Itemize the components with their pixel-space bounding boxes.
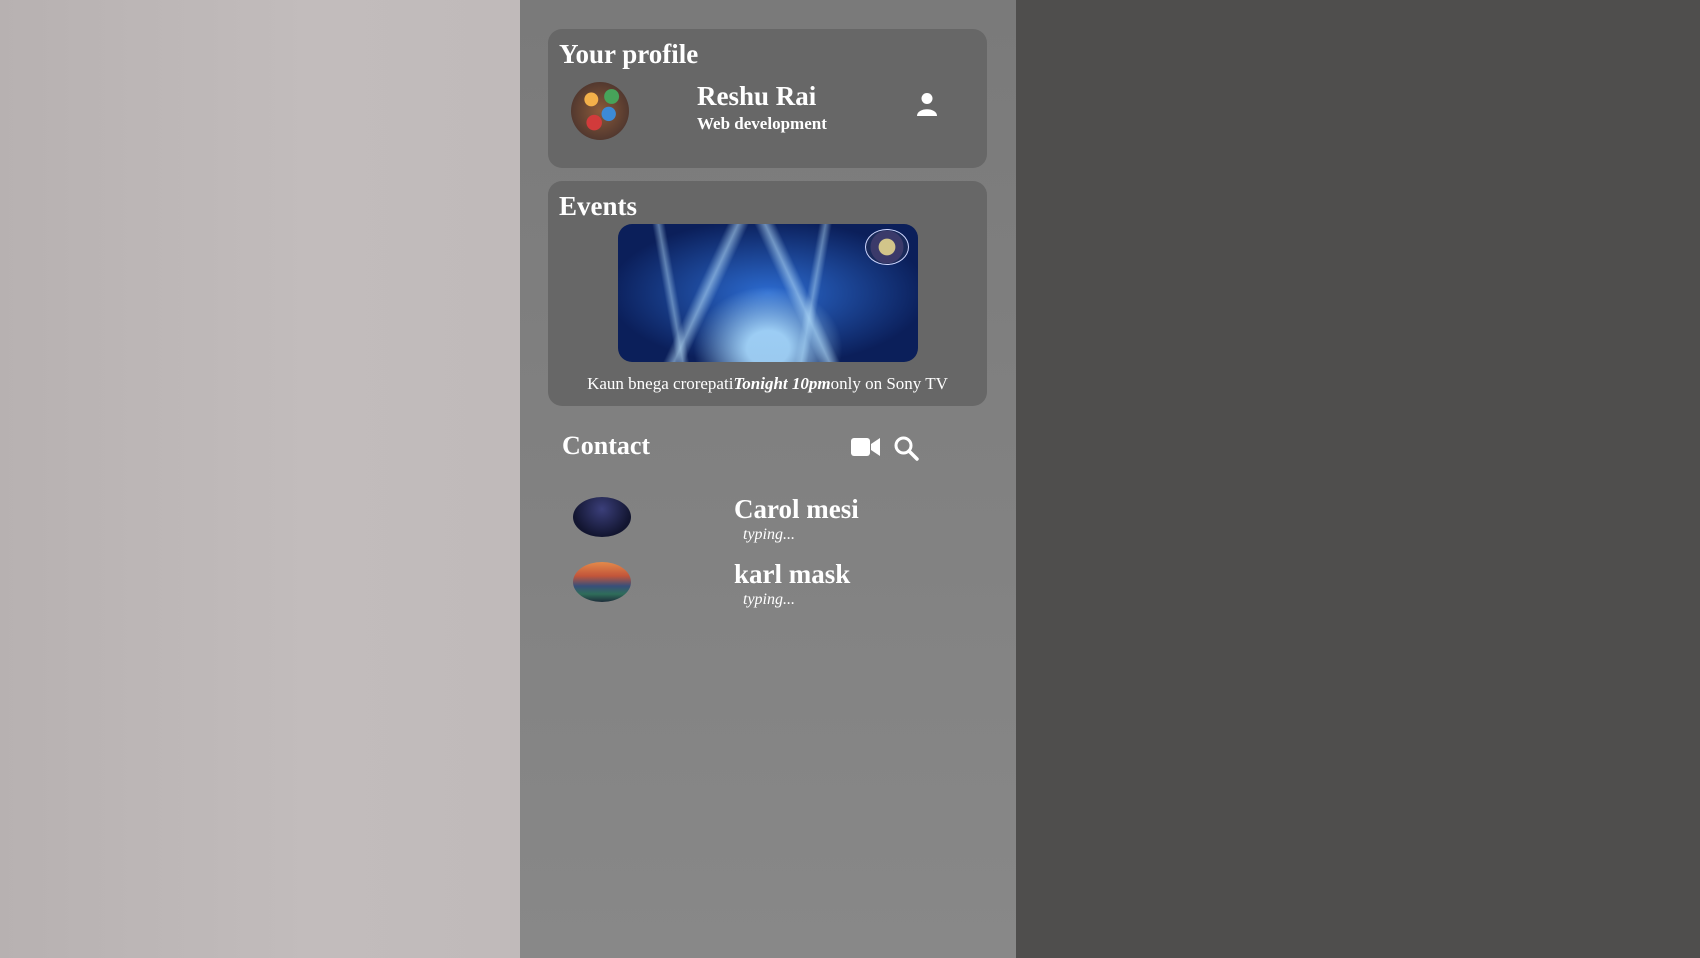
right-pane: [1016, 0, 1700, 958]
contact-avatar: [573, 562, 631, 602]
contact-avatar: [573, 497, 631, 537]
events-title: Events: [559, 191, 638, 221]
event-image[interactable]: [618, 224, 918, 362]
profile-name: Reshu Rai: [697, 81, 817, 111]
contact-name: karl mask: [734, 559, 851, 589]
profile-avatar[interactable]: [571, 82, 629, 140]
event-caption-prefix: Kaun bnega crorepati: [587, 374, 734, 393]
profile-title: Your profile: [559, 39, 699, 69]
event-caption-suffix: only on Sony TV: [830, 374, 948, 393]
events-card: Events Kaun bnega crorepatiTonight 10pmo…: [548, 181, 987, 406]
contact-status: typing...: [743, 591, 795, 608]
event-logo: [865, 229, 909, 265]
contact-name: Carol mesi: [734, 494, 859, 524]
event-caption-time: Tonight 10pm: [733, 374, 831, 393]
profile-role: Web development: [697, 114, 827, 133]
user-icon[interactable]: [916, 92, 938, 116]
search-icon[interactable]: [893, 435, 919, 461]
video-icon[interactable]: [851, 437, 880, 457]
contact-item[interactable]: Carol mesi typing...: [548, 492, 987, 552]
contact-status: typing...: [743, 526, 795, 543]
profile-card: Your profile Reshu Rai Web development: [548, 29, 987, 168]
event-caption: Kaun bnega crorepatiTonight 10pmonly on …: [548, 374, 987, 394]
left-pane: [0, 0, 520, 958]
contact-title: Contact: [562, 431, 651, 460]
contact-item[interactable]: karl mask typing...: [548, 557, 987, 617]
